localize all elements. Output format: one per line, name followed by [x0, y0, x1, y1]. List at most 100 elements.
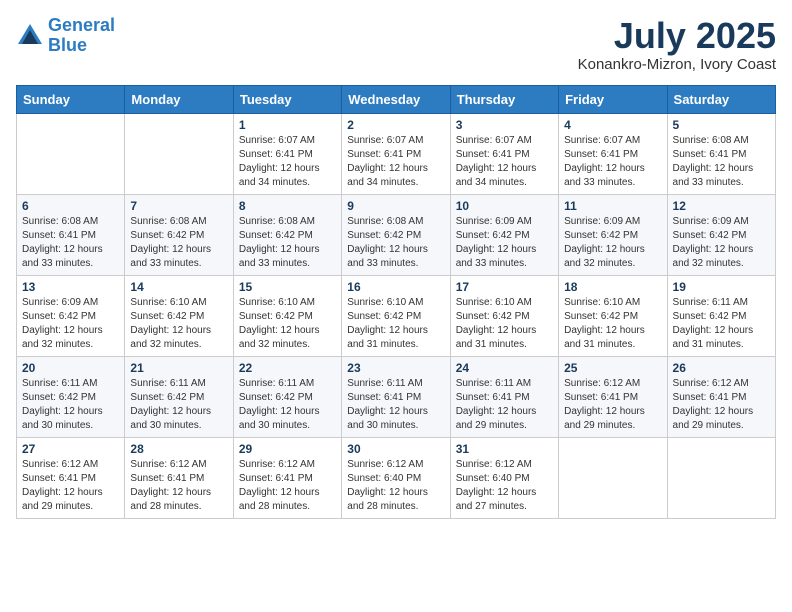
day-info: Sunrise: 6:10 AM Sunset: 6:42 PM Dayligh… [456, 296, 553, 352]
calendar-cell: 30Sunrise: 6:12 AM Sunset: 6:40 PM Dayli… [342, 437, 450, 518]
calendar-cell: 24 Sunrise: 6:11 AM Sunset: 6:41 PM Dayli… [450, 356, 558, 437]
calendar-cell: 14Sunrise: 6:10 AM Sunset: 6:42 PM Dayli… [125, 275, 233, 356]
day-number: 14 [130, 280, 227, 294]
calendar-cell [667, 437, 775, 518]
calendar-cell: 21 Sunrise: 6:11 AM Sunset: 6:42 PM Dayli… [125, 356, 233, 437]
location-title: Konankro-Mizron, Ivory Coast [578, 56, 776, 73]
weekday-header-row: SundayMondayTuesdayWednesdayThursdayFrid… [17, 85, 776, 113]
calendar-cell [17, 113, 125, 194]
day-number: 5 [673, 118, 770, 132]
day-info: Sunrise: 6:12 AM Sunset: 6:41 PM Dayligh… [22, 458, 119, 514]
day-info: Sunrise: 6:08 AM Sunset: 6:41 PM Dayligh… [673, 134, 770, 190]
calendar-cell: 29Sunrise: 6:12 AM Sunset: 6:41 PM Dayli… [233, 437, 341, 518]
day-number: 10 [456, 199, 553, 213]
calendar-cell: 10 Sunrise: 6:09 AM Sunset: 6:42 PM Dayli… [450, 194, 558, 275]
calendar-cell: 23Sunrise: 6:11 AM Sunset: 6:41 PM Dayli… [342, 356, 450, 437]
calendar-cell: 8 Sunrise: 6:08 AM Sunset: 6:42 PM Daylig… [233, 194, 341, 275]
calendar-cell: 11Sunrise: 6:09 AM Sunset: 6:42 PM Dayli… [559, 194, 667, 275]
weekday-header-saturday: Saturday [667, 85, 775, 113]
day-info: Sunrise: 6:07 AM Sunset: 6:41 PM Dayligh… [456, 134, 553, 190]
title-block: July 2025 Konankro-Mizron, Ivory Coast [578, 16, 776, 73]
day-info: Sunrise: 6:12 AM Sunset: 6:41 PM Dayligh… [130, 458, 227, 514]
day-info: Sunrise: 6:08 AM Sunset: 6:41 PM Dayligh… [22, 215, 119, 271]
calendar-cell: 13Sunrise: 6:09 AM Sunset: 6:42 PM Dayli… [17, 275, 125, 356]
day-number: 31 [456, 442, 553, 456]
weekday-header-wednesday: Wednesday [342, 85, 450, 113]
calendar-cell: 16Sunrise: 6:10 AM Sunset: 6:42 PM Dayli… [342, 275, 450, 356]
day-number: 4 [564, 118, 661, 132]
day-info: Sunrise: 6:12 AM Sunset: 6:41 PM Dayligh… [239, 458, 336, 514]
day-number: 16 [347, 280, 444, 294]
day-info: Sunrise: 6:08 AM Sunset: 6:42 PM Dayligh… [239, 215, 336, 271]
calendar-cell: 12 Sunrise: 6:09 AM Sunset: 6:42 PM Dayli… [667, 194, 775, 275]
day-number: 17 [456, 280, 553, 294]
day-info: Sunrise: 6:11 AM Sunset: 6:42 PM Dayligh… [239, 377, 336, 433]
calendar-cell: 1 Sunrise: 6:07 AM Sunset: 6:41 PM Daylig… [233, 113, 341, 194]
weekday-header-monday: Monday [125, 85, 233, 113]
calendar-cell [559, 437, 667, 518]
calendar-cell: 7 Sunrise: 6:08 AM Sunset: 6:42 PM Daylig… [125, 194, 233, 275]
logo: General Blue [16, 16, 115, 56]
day-info: Sunrise: 6:11 AM Sunset: 6:41 PM Dayligh… [347, 377, 444, 433]
calendar-cell: 28 Sunrise: 6:12 AM Sunset: 6:41 PM Dayli… [125, 437, 233, 518]
day-info: Sunrise: 6:10 AM Sunset: 6:42 PM Dayligh… [239, 296, 336, 352]
calendar-cell: 3 Sunrise: 6:07 AM Sunset: 6:41 PM Daylig… [450, 113, 558, 194]
day-info: Sunrise: 6:11 AM Sunset: 6:42 PM Dayligh… [673, 296, 770, 352]
calendar-cell: 4 Sunrise: 6:07 AM Sunset: 6:41 PM Daylig… [559, 113, 667, 194]
day-info: Sunrise: 6:07 AM Sunset: 6:41 PM Dayligh… [239, 134, 336, 190]
day-number: 26 [673, 361, 770, 375]
day-info: Sunrise: 6:09 AM Sunset: 6:42 PM Dayligh… [22, 296, 119, 352]
day-number: 6 [22, 199, 119, 213]
calendar-cell: 22 Sunrise: 6:11 AM Sunset: 6:42 PM Dayli… [233, 356, 341, 437]
day-number: 30 [347, 442, 444, 456]
calendar-cell: 15 Sunrise: 6:10 AM Sunset: 6:42 PM Dayli… [233, 275, 341, 356]
day-number: 9 [347, 199, 444, 213]
day-number: 1 [239, 118, 336, 132]
day-number: 3 [456, 118, 553, 132]
day-number: 2 [347, 118, 444, 132]
day-info: Sunrise: 6:11 AM Sunset: 6:42 PM Dayligh… [130, 377, 227, 433]
week-row-3: 13Sunrise: 6:09 AM Sunset: 6:42 PM Dayli… [17, 275, 776, 356]
day-info: Sunrise: 6:11 AM Sunset: 6:42 PM Dayligh… [22, 377, 119, 433]
day-number: 18 [564, 280, 661, 294]
day-number: 12 [673, 199, 770, 213]
calendar-cell: 9Sunrise: 6:08 AM Sunset: 6:42 PM Daylig… [342, 194, 450, 275]
calendar-table: SundayMondayTuesdayWednesdayThursdayFrid… [16, 85, 776, 519]
logo-text: General Blue [48, 16, 115, 56]
day-info: Sunrise: 6:12 AM Sunset: 6:40 PM Dayligh… [456, 458, 553, 514]
page-header: General Blue July 2025 Konankro-Mizron, … [16, 16, 776, 73]
day-number: 28 [130, 442, 227, 456]
calendar-cell: 25 Sunrise: 6:12 AM Sunset: 6:41 PM Dayli… [559, 356, 667, 437]
day-number: 20 [22, 361, 119, 375]
day-number: 7 [130, 199, 227, 213]
day-number: 19 [673, 280, 770, 294]
day-info: Sunrise: 6:09 AM Sunset: 6:42 PM Dayligh… [673, 215, 770, 271]
day-number: 15 [239, 280, 336, 294]
day-info: Sunrise: 6:09 AM Sunset: 6:42 PM Dayligh… [456, 215, 553, 271]
week-row-2: 6 Sunrise: 6:08 AM Sunset: 6:41 PM Daylig… [17, 194, 776, 275]
day-number: 24 [456, 361, 553, 375]
month-title: July 2025 [578, 16, 776, 56]
day-number: 27 [22, 442, 119, 456]
calendar-cell: 17 Sunrise: 6:10 AM Sunset: 6:42 PM Dayli… [450, 275, 558, 356]
logo-icon [16, 22, 44, 50]
calendar-cell: 31 Sunrise: 6:12 AM Sunset: 6:40 PM Dayli… [450, 437, 558, 518]
day-number: 21 [130, 361, 227, 375]
weekday-header-tuesday: Tuesday [233, 85, 341, 113]
day-info: Sunrise: 6:12 AM Sunset: 6:41 PM Dayligh… [673, 377, 770, 433]
day-number: 8 [239, 199, 336, 213]
calendar-cell: 27 Sunrise: 6:12 AM Sunset: 6:41 PM Dayli… [17, 437, 125, 518]
day-number: 22 [239, 361, 336, 375]
day-info: Sunrise: 6:10 AM Sunset: 6:42 PM Dayligh… [564, 296, 661, 352]
calendar-cell: 2 Sunrise: 6:07 AM Sunset: 6:41 PM Daylig… [342, 113, 450, 194]
calendar-cell: 20 Sunrise: 6:11 AM Sunset: 6:42 PM Dayli… [17, 356, 125, 437]
day-info: Sunrise: 6:11 AM Sunset: 6:41 PM Dayligh… [456, 377, 553, 433]
day-info: Sunrise: 6:12 AM Sunset: 6:41 PM Dayligh… [564, 377, 661, 433]
day-number: 25 [564, 361, 661, 375]
calendar-cell: 18 Sunrise: 6:10 AM Sunset: 6:42 PM Dayli… [559, 275, 667, 356]
week-row-4: 20 Sunrise: 6:11 AM Sunset: 6:42 PM Dayli… [17, 356, 776, 437]
day-info: Sunrise: 6:07 AM Sunset: 6:41 PM Dayligh… [347, 134, 444, 190]
day-info: Sunrise: 6:07 AM Sunset: 6:41 PM Dayligh… [564, 134, 661, 190]
day-number: 11 [564, 199, 661, 213]
day-info: Sunrise: 6:08 AM Sunset: 6:42 PM Dayligh… [130, 215, 227, 271]
